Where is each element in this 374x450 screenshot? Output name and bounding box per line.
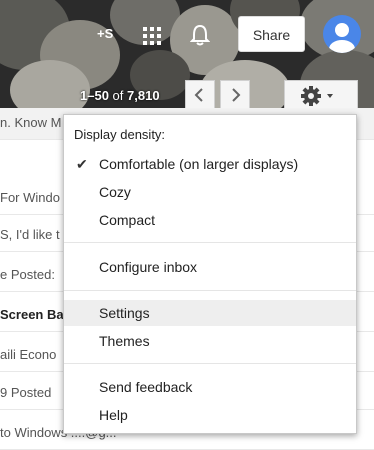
older-button[interactable] [220,80,250,110]
menu-divider [64,242,356,243]
menu-divider [64,363,356,364]
configure-inbox-item[interactable]: Configure inbox [64,254,356,280]
share-button[interactable]: Share [238,16,305,52]
caret-down-icon [327,94,333,98]
pagination-count: 1–50 of 7,810 [80,88,160,103]
menu-divider [64,290,356,291]
send-feedback-item[interactable]: Send feedback [64,374,356,400]
settings-item[interactable]: Settings [64,300,356,326]
checkmark-icon: ✔ [76,156,88,172]
chevron-right-icon [232,88,241,102]
google-plus-link[interactable]: +S [97,26,113,41]
account-avatar[interactable] [323,15,361,53]
density-compact-option[interactable]: Compact [64,207,356,233]
chevron-left-icon [194,88,203,102]
apps-grid-icon[interactable] [143,27,161,45]
help-item[interactable]: Help [64,402,356,428]
gear-icon [301,86,321,106]
newer-button[interactable] [185,80,215,110]
display-density-heading: Display density: [74,127,166,142]
top-bar: +S Share [0,0,374,72]
density-cozy-option[interactable]: Cozy [64,179,356,205]
settings-menu: Display density: ✔ Comfortable (on large… [63,114,357,434]
density-comfortable-option[interactable]: ✔ Comfortable (on larger displays) [64,151,356,177]
themes-item[interactable]: Themes [64,328,356,354]
notifications-bell-icon[interactable] [189,24,211,46]
